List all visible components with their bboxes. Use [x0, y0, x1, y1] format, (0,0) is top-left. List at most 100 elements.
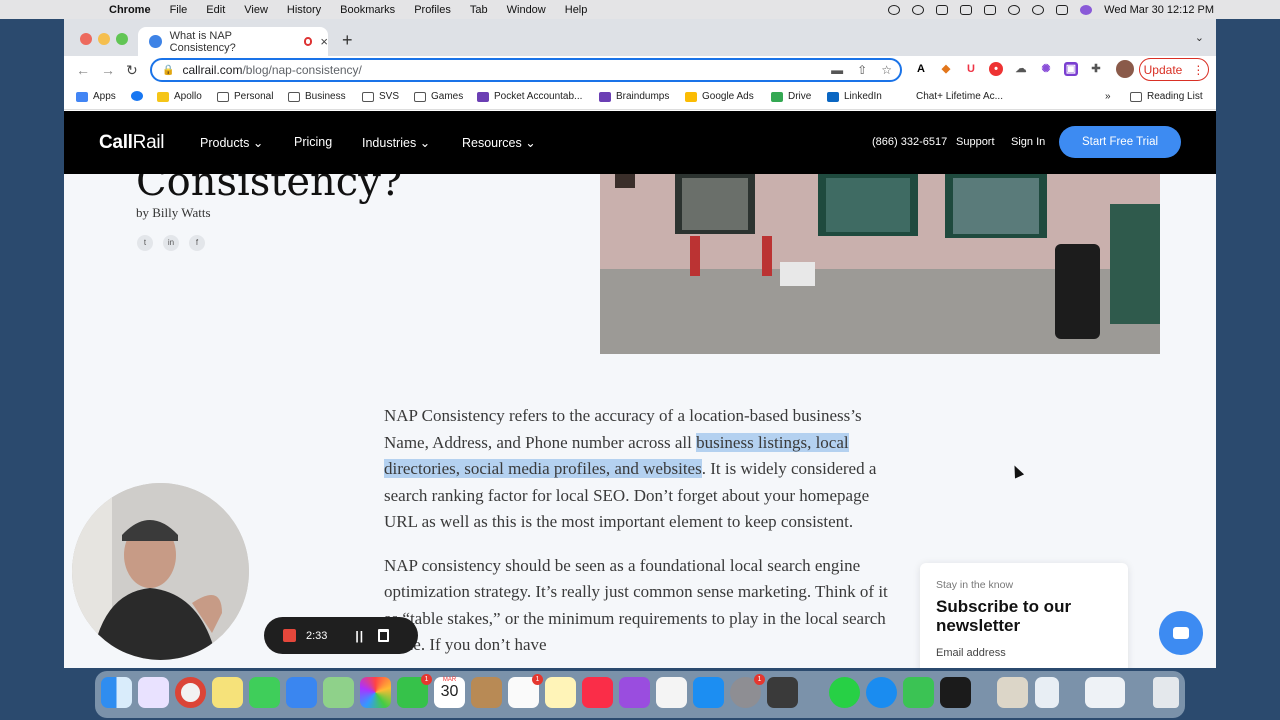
- bookmarks-overflow[interactable]: »: [1105, 91, 1111, 102]
- extensions-puzzle-icon[interactable]: ✚: [1089, 62, 1103, 76]
- maps-icon[interactable]: [323, 677, 354, 708]
- cloud-extension-icon[interactable]: ☁: [1014, 62, 1028, 76]
- photos-icon[interactable]: [360, 677, 391, 708]
- menu-app-name[interactable]: Chrome: [109, 4, 151, 16]
- system-preferences-icon[interactable]: 1: [730, 674, 765, 708]
- calculator-icon[interactable]: [767, 677, 798, 708]
- tab-close-icon[interactable]: ×: [320, 34, 328, 49]
- contacts-icon[interactable]: [471, 677, 502, 708]
- recent-document-icon[interactable]: [1035, 677, 1059, 708]
- reminders-icon[interactable]: 1: [508, 674, 543, 708]
- minimized-window-icon[interactable]: [1085, 677, 1125, 708]
- start-free-trial-button[interactable]: Start Free Trial: [1059, 126, 1181, 158]
- menu-tab[interactable]: Tab: [470, 4, 488, 16]
- menu-window[interactable]: Window: [507, 4, 546, 16]
- share-icon[interactable]: ⇧: [857, 63, 867, 77]
- webcam-bubble[interactable]: [72, 483, 249, 660]
- safari-icon[interactable]: [866, 677, 897, 708]
- new-tab-icon[interactable]: +: [342, 30, 353, 51]
- sparkle-extension-icon[interactable]: ✺: [1039, 62, 1053, 76]
- calendar-icon[interactable]: MAR 30: [434, 677, 465, 708]
- email-field-label[interactable]: Email address: [936, 647, 1112, 659]
- menu-profiles[interactable]: Profiles: [414, 4, 451, 16]
- bookmark-pocket[interactable]: Pocket Accountab...: [477, 91, 582, 102]
- bluetooth-icon[interactable]: [960, 4, 973, 15]
- chat-button[interactable]: [1159, 611, 1203, 655]
- stop-recording-button[interactable]: [283, 629, 296, 642]
- trash-icon[interactable]: [378, 629, 390, 642]
- spotlight-search-icon[interactable]: [1032, 4, 1045, 15]
- podcasts-icon[interactable]: [619, 677, 650, 708]
- tab-active[interactable]: What is NAP Consistency? ×: [138, 27, 328, 56]
- mail-icon[interactable]: [286, 677, 317, 708]
- menu-help[interactable]: Help: [565, 4, 588, 16]
- metamask-extension-icon[interactable]: ◆: [939, 62, 953, 76]
- music-icon[interactable]: [582, 677, 613, 708]
- menu-edit[interactable]: Edit: [206, 4, 225, 16]
- notes-stickies-icon[interactable]: [545, 677, 576, 708]
- bookmark-apps[interactable]: Apps: [76, 91, 116, 102]
- camera-icon[interactable]: ▬: [831, 63, 843, 77]
- address-bar[interactable]: 🔒 callrail.com/blog/nap-consistency/ ▬ ⇧…: [150, 58, 902, 82]
- chrome-icon[interactable]: [175, 677, 206, 708]
- tab-search-chevron-icon[interactable]: ⌄: [1195, 31, 1204, 44]
- volume-icon[interactable]: [936, 4, 949, 15]
- u-extension-icon[interactable]: U: [964, 62, 978, 76]
- twitter-icon[interactable]: t: [137, 235, 153, 251]
- nav-products[interactable]: Products ⌄: [200, 135, 263, 150]
- messages-icon[interactable]: [249, 677, 280, 708]
- numbers-icon[interactable]: [903, 677, 934, 708]
- bookmark-drive[interactable]: Drive: [771, 91, 811, 102]
- bookmark-braindumps[interactable]: Braindumps: [599, 91, 669, 102]
- siri-icon[interactable]: [1080, 4, 1093, 15]
- menu-file[interactable]: File: [170, 4, 188, 16]
- bookmark-chat-lifetime[interactable]: Chat+ Lifetime Ac...: [916, 91, 1003, 102]
- play-icon[interactable]: [912, 4, 925, 15]
- facetime-icon[interactable]: 1: [397, 674, 432, 708]
- nav-pricing[interactable]: Pricing: [294, 135, 332, 149]
- nav-resources[interactable]: Resources ⌄: [462, 135, 536, 150]
- notes-icon[interactable]: [212, 677, 243, 708]
- minimize-window-button[interactable]: [98, 33, 110, 45]
- reload-icon[interactable]: ↻: [126, 62, 138, 79]
- back-arrow-icon[interactable]: ←: [76, 62, 90, 78]
- close-window-button[interactable]: [80, 33, 92, 45]
- trash-bin-icon[interactable]: [1153, 677, 1179, 708]
- purple-extension-icon[interactable]: ▣: [1064, 62, 1078, 76]
- activity-monitor-icon[interactable]: [940, 677, 971, 708]
- reading-list[interactable]: Reading List: [1130, 91, 1203, 102]
- lastpass-extension-icon[interactable]: •: [989, 62, 1003, 76]
- app-store-icon[interactable]: [693, 677, 724, 708]
- bookmark-google-ads[interactable]: Google Ads: [685, 91, 754, 102]
- nav-sign-in[interactable]: Sign In: [1011, 136, 1045, 148]
- lock-icon[interactable]: 🔒: [162, 65, 174, 76]
- profile-avatar[interactable]: [1116, 60, 1134, 78]
- whatsapp-icon[interactable]: [829, 677, 860, 708]
- linkedin-icon[interactable]: in: [163, 235, 179, 251]
- finder-icon[interactable]: [101, 677, 132, 708]
- nav-support[interactable]: Support: [956, 136, 995, 148]
- forward-arrow-icon[interactable]: →: [101, 62, 115, 78]
- nav-phone[interactable]: (866) 332-6517: [872, 136, 947, 148]
- update-button[interactable]: Update ⋮: [1139, 58, 1209, 81]
- bookmark-folder-games[interactable]: Games: [414, 91, 463, 102]
- menu-clock[interactable]: Wed Mar 30 12:12 PM: [1104, 4, 1214, 16]
- author-link[interactable]: Billy Watts: [152, 205, 210, 220]
- bookmark-folder-business[interactable]: Business: [288, 91, 346, 102]
- battery-icon[interactable]: [984, 4, 997, 15]
- menu-bookmarks[interactable]: Bookmarks: [340, 4, 395, 16]
- microphone-icon[interactable]: [888, 4, 901, 15]
- preview-icon[interactable]: [997, 677, 1028, 708]
- bookmark-facebook[interactable]: [131, 91, 143, 101]
- control-center-icon[interactable]: [1056, 4, 1069, 15]
- facebook-icon[interactable]: f: [189, 235, 205, 251]
- apollo-extension-icon[interactable]: A: [914, 62, 928, 76]
- menu-view[interactable]: View: [244, 4, 268, 16]
- bookmark-apollo[interactable]: Apollo: [157, 91, 202, 102]
- slack-icon[interactable]: [656, 677, 687, 708]
- launchpad-icon[interactable]: [138, 677, 169, 708]
- bookmark-folder-personal[interactable]: Personal: [217, 91, 273, 102]
- bookmark-folder-svs[interactable]: SVS: [362, 91, 399, 102]
- menu-history[interactable]: History: [287, 4, 321, 16]
- bookmark-star-icon[interactable]: ☆: [881, 63, 892, 77]
